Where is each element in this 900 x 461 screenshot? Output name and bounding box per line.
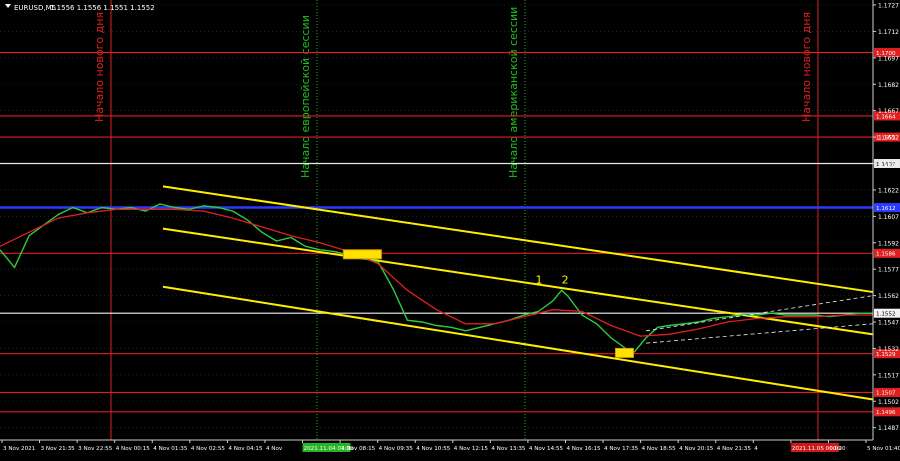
x-tick-label: 4 Nov (266, 446, 283, 452)
x-tick-label: 4 Nov 13:35 (491, 446, 526, 452)
x-tick-label: 4 Nov 21:35 (717, 446, 752, 452)
level-label: 1.1552 (876, 311, 896, 317)
x-tick-label: 00:20 (829, 446, 846, 452)
x-tick-label: 4 Nov 08:15 (341, 446, 376, 452)
x-tick-label: 3 Nov 21:35 (41, 446, 76, 452)
session-label: Начало нового дня (800, 12, 813, 122)
annotation-label: 2 (562, 273, 569, 286)
y-tick-label: 1.1607 (878, 214, 899, 221)
y-tick-label: 1.1502 (878, 399, 899, 406)
x-tick-label: 4 Nov 20:15 (679, 446, 714, 452)
y-tick-label: 1.1637 (878, 161, 899, 168)
x-tick-label: 3 Nov 2021 (3, 446, 36, 452)
x-tick-label: 4 Nov 18:55 (642, 446, 677, 452)
x-tick-label: 4 Nov 14:55 (529, 446, 564, 452)
x-tick-label: 4 Nov 10:55 (416, 446, 451, 452)
y-tick-label: 1.1697 (878, 55, 899, 62)
signal-box (614, 347, 634, 358)
y-tick-label: 1.1712 (878, 29, 899, 36)
x-tick-label: 5 Nov 01:40 (867, 446, 900, 452)
session-label: Начало европейской сессии (299, 15, 312, 178)
y-tick-label: 1.1682 (878, 82, 899, 89)
chart-header: EURUSD,M5 1.1556 1.1556 1.1551 1.1552 (5, 4, 155, 12)
session-label: Начало нового дня (93, 12, 106, 122)
y-tick-label: 1.1577 (878, 267, 899, 274)
level-label: 1.1496 (876, 410, 896, 416)
y-tick-label: 1.1562 (878, 293, 899, 300)
y-tick-label: 1.1487 (878, 425, 899, 432)
y-tick-label: 1.1667 (878, 108, 899, 115)
x-tick-label: 4 Nov 02:55 (191, 446, 226, 452)
x-tick-label: 4 (754, 446, 758, 452)
y-tick-label: 1.1517 (878, 372, 899, 379)
x-tick-label: 3 Nov 22:55 (78, 446, 113, 452)
annotation-label: 1 (535, 273, 542, 286)
y-tick-label: 1.1547 (878, 320, 899, 327)
ohlc-label: 1.1556 1.1556 1.1551 1.1552 (50, 4, 155, 12)
level-label: 1.1586 (876, 252, 896, 258)
y-tick-label: 1.1727 (878, 3, 899, 10)
x-tick-label: 4 Nov 01:35 (153, 446, 188, 452)
x-tick-label: 4 Nov 12:15 (454, 446, 489, 452)
level-label: 1.1507 (876, 391, 896, 397)
x-tick-label: 4 Nov 16:15 (566, 446, 601, 452)
y-tick-label: 1.1592 (878, 240, 899, 247)
signal-box (342, 249, 382, 260)
price-chart: Начало нового дня Начало европейской сесс… (0, 0, 900, 461)
x-tick-label: 4 Nov 17:35 (604, 446, 639, 452)
x-tick-label: 4 Nov 00:15 (116, 446, 151, 452)
x-tick-label: 4 Nov 04:15 (228, 446, 263, 452)
y-tick-label: 1.1532 (878, 346, 899, 353)
level-label: 1.1612 (876, 206, 896, 212)
x-tick-label: 4 Nov 09:35 (379, 446, 414, 452)
y-tick-label: 1.1622 (878, 187, 899, 194)
session-label: Начало американской сессии (507, 7, 520, 178)
y-tick-label: 1.1652 (878, 135, 899, 142)
